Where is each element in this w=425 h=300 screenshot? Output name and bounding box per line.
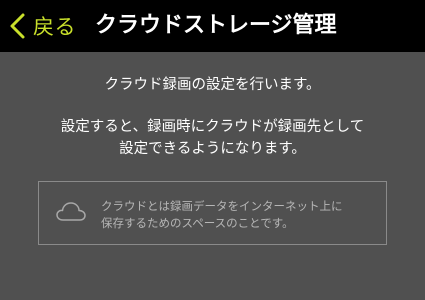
description-line-2: 設定すると、録画時にクラウドが録画先として (60, 119, 365, 135)
info-line-1: クラウドとは録画データをインターネット上に (101, 199, 343, 213)
info-line-2: 保存するためのスペースのことです。 (101, 216, 294, 230)
info-box: クラウドとは録画データをインターネット上に 保存するためのスペースのことです。 (38, 181, 387, 245)
description-line-3: 設定できるようになります。 (119, 141, 306, 157)
info-text: クラウドとは録画データをインターネット上に 保存するためのスペースのことです。 (101, 198, 381, 232)
back-button[interactable]: 戻る (8, 0, 76, 52)
back-button-label: 戻る (33, 15, 76, 39)
page-title: クラウドストレージ管理 (95, 13, 337, 38)
description-detail: 設定すると、録画時にクラウドが録画先として 設定できるようになります。 (0, 116, 425, 160)
header-bar: 戻る クラウドストレージ管理 (0, 0, 425, 52)
chevron-left-icon (8, 12, 28, 40)
description-text: クラウド録画の設定を行います。 (0, 73, 425, 94)
cloud-icon (55, 198, 87, 226)
description-line-1: クラウド録画の設定を行います。 (104, 77, 321, 93)
